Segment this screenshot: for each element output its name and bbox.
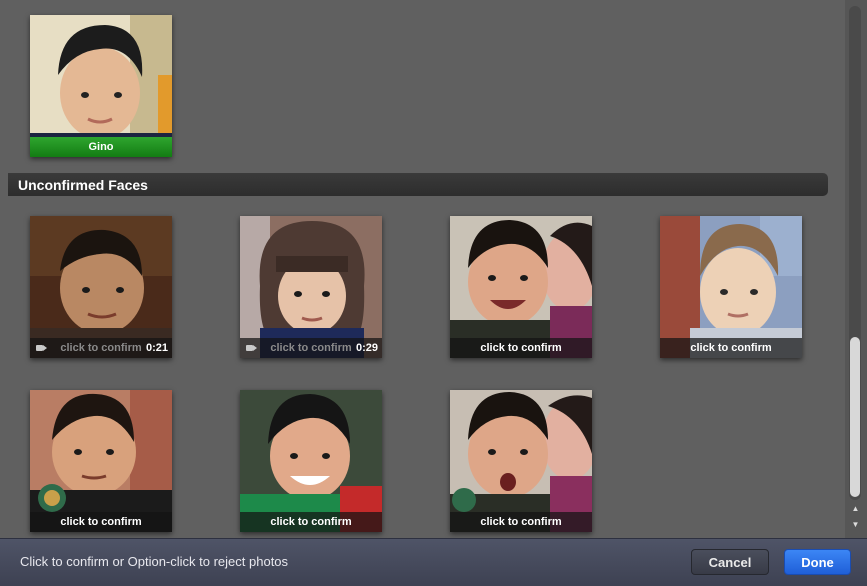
faces-confirmation-view: Gino Unconfirmed Faces click to confirm … — [0, 0, 867, 586]
tile-caption: click to confirm — [240, 512, 382, 532]
bottom-toolbar: Click to confirm or Option-click to reje… — [0, 538, 867, 586]
vertical-scrollbar[interactable]: ▲ ▼ — [845, 0, 867, 538]
unconfirmed-face-tile[interactable]: click to confirm — [240, 390, 382, 532]
tile-caption: click to confirm — [660, 338, 802, 358]
scroll-up-arrow-icon[interactable]: ▲ — [850, 503, 861, 514]
face-photo — [240, 216, 382, 358]
face-photo — [30, 390, 172, 532]
face-photo — [30, 15, 172, 157]
tile-caption: click to confirm 0:21 — [30, 338, 172, 358]
unconfirmed-face-tile[interactable]: click to confirm — [30, 390, 172, 532]
face-photo — [450, 216, 592, 358]
video-duration: 0:21 — [145, 342, 168, 354]
cancel-button[interactable]: Cancel — [691, 549, 769, 575]
scroll-down-arrow-icon[interactable]: ▼ — [850, 519, 861, 530]
face-name-label: Gino — [30, 137, 172, 157]
face-photo — [450, 390, 592, 532]
scroll-thumb[interactable] — [850, 337, 860, 497]
named-face-tile[interactable]: Gino — [30, 15, 172, 157]
section-title: Unconfirmed Faces — [18, 176, 148, 193]
unconfirmed-face-tile[interactable]: click to confirm 0:29 — [240, 216, 382, 358]
done-button[interactable]: Done — [784, 549, 851, 575]
video-camera-icon — [36, 345, 47, 351]
tile-caption: click to confirm — [450, 338, 592, 358]
unconfirmed-faces-header: Unconfirmed Faces — [8, 173, 828, 196]
face-photo — [30, 216, 172, 358]
instruction-text: Click to confirm or Option-click to reje… — [20, 554, 289, 569]
unconfirmed-face-tile[interactable]: click to confirm — [450, 390, 592, 532]
video-duration: 0:29 — [355, 342, 378, 354]
video-camera-icon — [246, 345, 257, 351]
tile-caption: click to confirm 0:29 — [240, 338, 382, 358]
face-photo — [240, 390, 382, 532]
unconfirmed-face-tile[interactable]: click to confirm 0:21 — [30, 216, 172, 358]
unconfirmed-face-tile[interactable]: click to confirm — [660, 216, 802, 358]
face-photo — [660, 216, 802, 358]
tile-caption: click to confirm — [30, 512, 172, 532]
tile-caption: click to confirm — [450, 512, 592, 532]
unconfirmed-face-tile[interactable]: click to confirm — [450, 216, 592, 358]
